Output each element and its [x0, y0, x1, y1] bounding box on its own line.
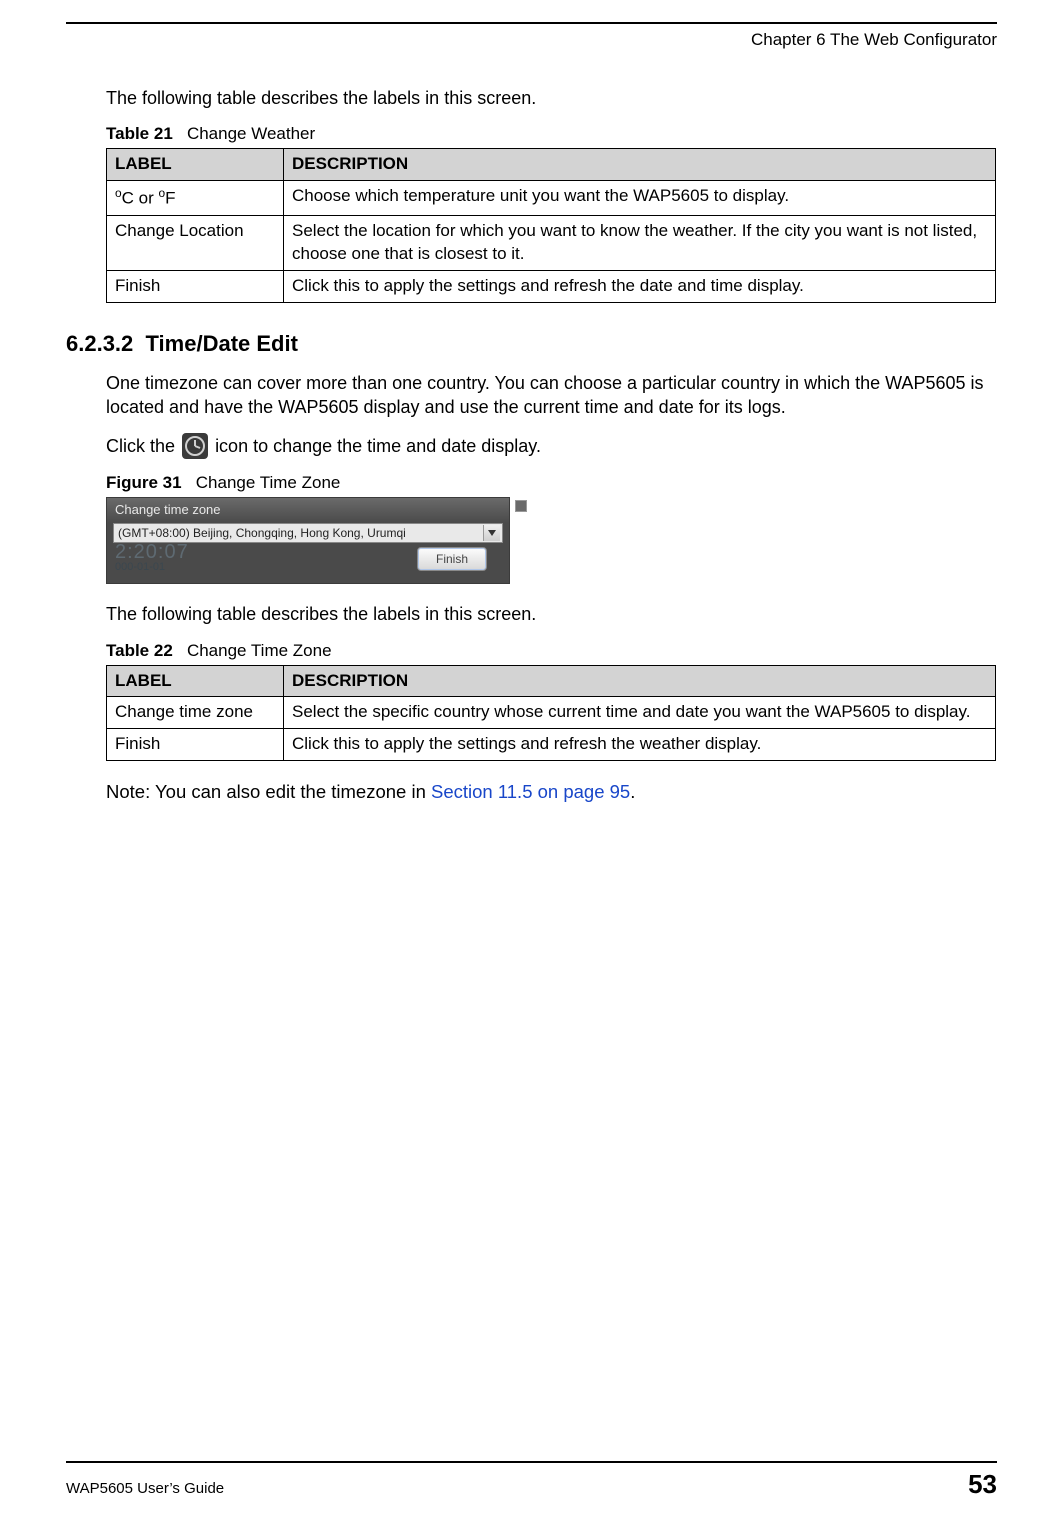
cell-label: Change time zone: [107, 697, 284, 729]
page-footer: WAP5605 User’s Guide 53: [66, 1461, 997, 1500]
para2-post: icon to change the time and date display…: [215, 436, 541, 456]
cell-desc: Select the location for which you want t…: [284, 215, 996, 270]
table22: LABEL DESCRIPTION Change time zone Selec…: [106, 665, 996, 762]
table21: LABEL DESCRIPTION oC or oF Choose which …: [106, 148, 996, 302]
intro-text-1: The following table describes the labels…: [106, 86, 997, 110]
figure31-caption-label: Figure 31: [106, 473, 182, 492]
paragraph-1: One timezone can cover more than one cou…: [106, 371, 997, 420]
cell-desc: Choose which temperature unit you want t…: [284, 181, 996, 216]
table21-caption-label: Table 21: [106, 124, 173, 143]
th-desc: DESCRIPTION: [284, 149, 996, 181]
figure31-caption: Figure 31 Change Time Zone: [106, 473, 997, 493]
table-row: Change Location Select the location for …: [107, 215, 996, 270]
cell-desc: Click this to apply the settings and ref…: [284, 729, 996, 761]
intro-text-2: The following table describes the labels…: [106, 602, 997, 626]
table21-caption: Table 21 Change Weather: [106, 124, 997, 144]
top-rule: [66, 22, 997, 24]
cell-desc: Select the specific country whose curren…: [284, 697, 996, 729]
figure31-caption-text: Change Time Zone: [196, 473, 341, 492]
table-header-row: LABEL DESCRIPTION: [107, 149, 996, 181]
table-row: Finish Click this to apply the settings …: [107, 729, 996, 761]
cell-label: Finish: [107, 729, 284, 761]
footer-guide-name: WAP5605 User’s Guide: [66, 1480, 224, 1497]
th-label: LABEL: [107, 149, 284, 181]
table-row: oC or oF Choose which temperature unit y…: [107, 181, 996, 216]
cell-label: oC or oF: [107, 181, 284, 216]
table22-caption-text: Change Time Zone: [187, 641, 332, 660]
cell-desc: Click this to apply the settings and ref…: [284, 270, 996, 302]
table-row: Finish Click this to apply the settings …: [107, 270, 996, 302]
clock-icon: [182, 433, 208, 459]
finish-button[interactable]: Finish: [417, 547, 487, 571]
table21-caption-text: Change Weather: [187, 124, 315, 143]
chapter-header: Chapter 6 The Web Configurator: [66, 30, 997, 50]
figure31-screenshot: Change time zone (GMT+08:00) Beijing, Ch…: [106, 497, 510, 584]
cell-label: Finish: [107, 270, 284, 302]
th-desc: DESCRIPTION: [284, 665, 996, 697]
note-suffix: .: [630, 781, 635, 802]
section-title: Time/Date Edit: [146, 331, 298, 356]
note-link[interactable]: Section 11.5 on page 95: [431, 781, 630, 802]
note-prefix: Note: You can also edit the timezone in: [106, 781, 431, 802]
close-icon[interactable]: [515, 500, 527, 512]
figure31-background: 2:20:07 000-01-01 Finish: [113, 543, 503, 577]
table-row: Change time zone Select the specific cou…: [107, 697, 996, 729]
section-number: 6.2.3.2: [66, 331, 133, 356]
table22-caption: Table 22 Change Time Zone: [106, 641, 997, 661]
figure31-date-text: 000-01-01: [115, 561, 165, 573]
figure31-titlebar: Change time zone: [107, 498, 509, 523]
page-number: 53: [968, 1469, 997, 1500]
note: Note: You can also edit the timezone in …: [106, 781, 997, 803]
paragraph-2: Click the icon to change the time and da…: [106, 433, 997, 459]
timezone-select[interactable]: (GMT+08:00) Beijing, Chongqing, Hong Kon…: [113, 523, 503, 543]
timezone-select-value: (GMT+08:00) Beijing, Chongqing, Hong Kon…: [118, 526, 406, 540]
section-heading: 6.2.3.2 Time/Date Edit: [66, 331, 997, 357]
th-label: LABEL: [107, 665, 284, 697]
table22-caption-label: Table 22: [106, 641, 173, 660]
cell-label: Change Location: [107, 215, 284, 270]
chevron-down-icon: [483, 525, 500, 541]
table-header-row: LABEL DESCRIPTION: [107, 665, 996, 697]
para2-pre: Click the: [106, 436, 175, 456]
footer-rule: [66, 1461, 997, 1463]
